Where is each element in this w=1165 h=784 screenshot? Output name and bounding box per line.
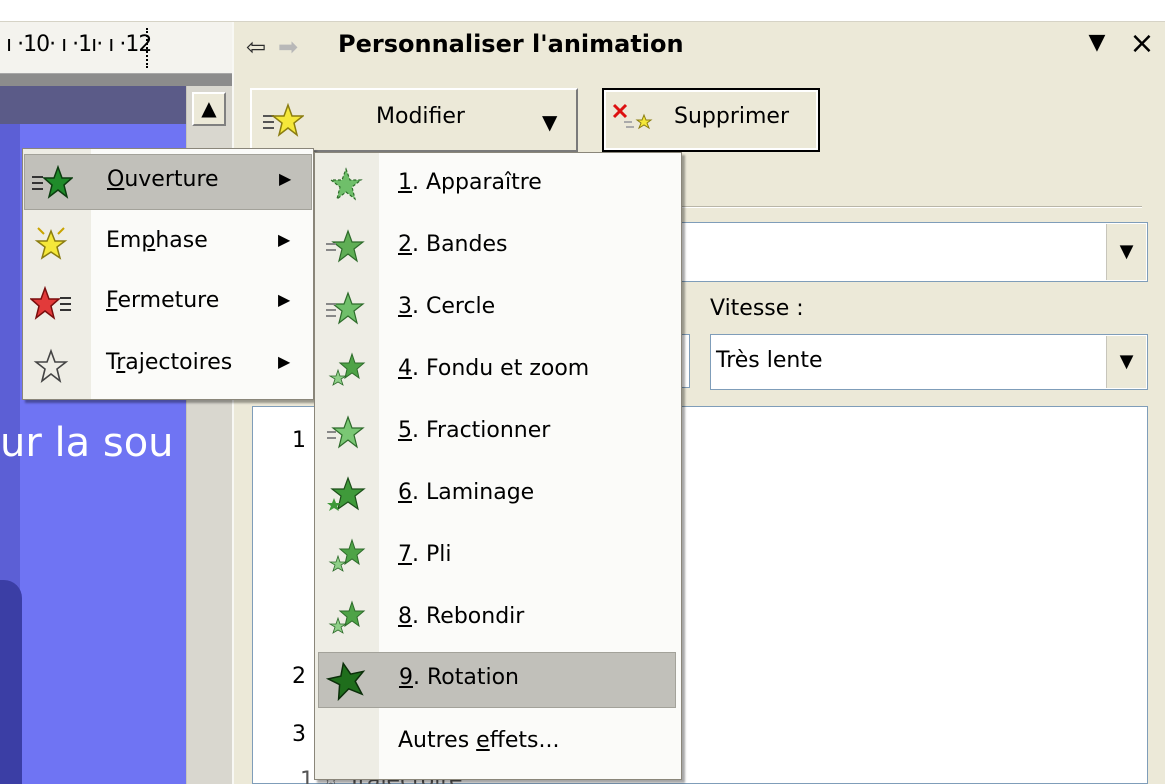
effect-item-appear[interactable]: 1. Apparaître bbox=[318, 158, 676, 214]
emphasis-star-icon bbox=[34, 227, 68, 260]
ruler-ticks: ı ·10· ı ·1ı· ı ·12 bbox=[6, 32, 152, 57]
effect-item-circle[interactable]: 3. Cercle bbox=[318, 282, 676, 338]
back-arrow-icon[interactable]: ⇦ bbox=[240, 32, 272, 62]
menu-item-label: Fermeture bbox=[106, 288, 220, 313]
menu-item-label: Trajectoires bbox=[106, 350, 233, 375]
submenu-arrow-icon: ▶ bbox=[278, 352, 291, 371]
menu-item-emphasis[interactable]: Emphase ▶ bbox=[24, 216, 312, 272]
slide-text[interactable]: ur la sou bbox=[0, 420, 174, 466]
add-effect-star-icon bbox=[263, 102, 304, 137]
effect-item-label: 8. Rebondir bbox=[398, 604, 525, 629]
remove-effect-label: Supprimer bbox=[674, 104, 790, 129]
exit-star-icon bbox=[30, 286, 71, 320]
effect-item-bounce[interactable]: 8. Rebondir bbox=[318, 592, 676, 648]
more-effects-label: Autres effets... bbox=[398, 728, 560, 753]
more-effects-item[interactable]: Autres effets... bbox=[318, 716, 676, 772]
effect-item-wipe[interactable]: 6. Laminage bbox=[318, 468, 676, 524]
ruler-cursor-marker bbox=[146, 28, 148, 68]
submenu-arrow-icon: ▶ bbox=[278, 290, 291, 309]
effect-item-label: 3. Cercle bbox=[398, 294, 496, 319]
chevron-down-icon[interactable]: ▼ bbox=[1106, 224, 1146, 280]
list-item-number: 3 bbox=[292, 722, 306, 747]
effect-item-label: 2. Bandes bbox=[398, 232, 508, 257]
chevron-down-icon[interactable]: ▼ bbox=[1106, 336, 1146, 388]
fold-star-icon bbox=[328, 538, 366, 572]
menu-item-exit[interactable]: Fermeture ▶ bbox=[24, 276, 312, 332]
effect-item-spin[interactable]: 9. Rotation bbox=[318, 652, 676, 708]
appear-star-icon bbox=[329, 167, 363, 201]
split-star-icon bbox=[327, 415, 365, 449]
motion-path-star-icon bbox=[33, 348, 69, 384]
blinds-star-icon bbox=[326, 229, 365, 263]
menu-item-entrance[interactable]: Ouverture ▶ bbox=[24, 154, 312, 210]
pane-separator bbox=[680, 206, 1142, 208]
effect-item-split[interactable]: 5. Fractionner bbox=[318, 406, 676, 462]
menu-item-motion-paths[interactable]: Trajectoires ▶ bbox=[24, 338, 312, 394]
chevron-down-icon[interactable]: ▼ bbox=[542, 110, 557, 134]
menu-item-label: Ouverture bbox=[107, 167, 219, 192]
effect-item-label: 9. Rotation bbox=[399, 665, 519, 690]
menu-item-label: Emphase bbox=[106, 228, 208, 253]
submenu-arrow-icon: ▶ bbox=[278, 230, 291, 249]
top-strip bbox=[0, 0, 1165, 22]
effect-item-label: 4. Fondu et zoom bbox=[398, 356, 590, 381]
pane-menu-dropdown-icon[interactable]: ▼ bbox=[1082, 30, 1112, 55]
speed-value: Très lente bbox=[716, 348, 823, 373]
effect-item-fold[interactable]: 7. Pli bbox=[318, 530, 676, 586]
speed-label: Vitesse : bbox=[710, 296, 804, 321]
slide-shape[interactable] bbox=[0, 580, 22, 784]
fade-zoom-star-icon bbox=[328, 352, 366, 386]
close-icon[interactable]: × bbox=[1124, 26, 1160, 61]
effect-item-label: 5. Fractionner bbox=[398, 418, 551, 443]
circle-star-icon bbox=[326, 291, 365, 325]
spin-star-icon bbox=[325, 661, 366, 701]
bounce-star-icon bbox=[328, 600, 366, 634]
list-item-number: 1 bbox=[292, 428, 306, 453]
effect-item-label: 1. Apparaître bbox=[398, 170, 542, 195]
wipe-star-icon bbox=[327, 476, 366, 511]
forward-arrow-icon[interactable]: ➡ bbox=[272, 32, 304, 62]
entrance-star-icon bbox=[32, 165, 73, 199]
remove-effect-icon bbox=[612, 103, 653, 130]
effect-item-fade-zoom[interactable]: 4. Fondu et zoom bbox=[318, 344, 676, 400]
effect-item-label: 7. Pli bbox=[398, 542, 452, 567]
pane-title: Personnaliser l'animation bbox=[338, 30, 684, 58]
effect-item-blinds[interactable]: 2. Bandes bbox=[318, 220, 676, 276]
scroll-up-button[interactable]: ▲ bbox=[192, 92, 226, 126]
list-item-number: 2 bbox=[292, 664, 306, 689]
start-combobox[interactable] bbox=[680, 222, 1148, 282]
modify-effect-label: Modifier bbox=[376, 104, 465, 129]
effect-item-label: 6. Laminage bbox=[398, 480, 535, 505]
submenu-arrow-icon: ▶ bbox=[279, 169, 292, 188]
